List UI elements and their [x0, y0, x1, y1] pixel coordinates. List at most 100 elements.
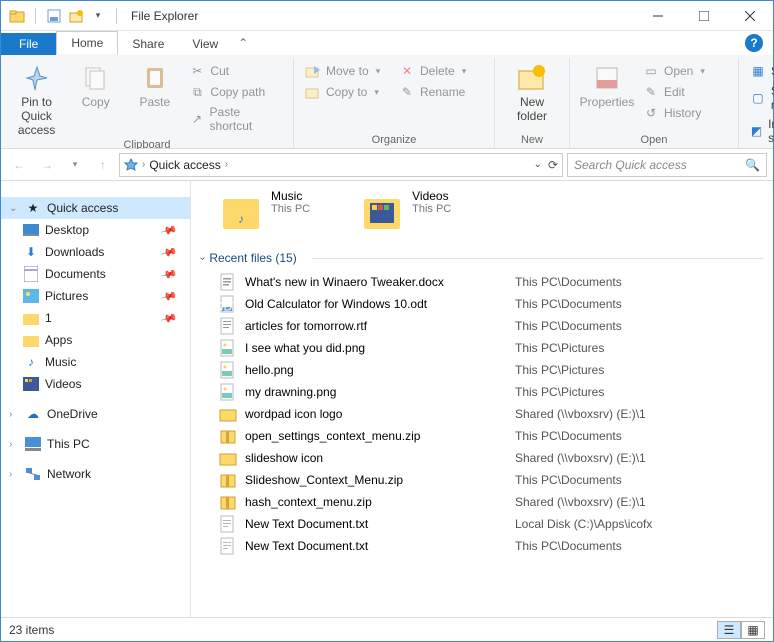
paste-shortcut-button[interactable]: ↗Paste shortcut [186, 104, 285, 134]
copy-path-button[interactable]: ⧉Copy path [186, 83, 285, 101]
group-select: ▦Select all ▢Select none ◩Invert selecti… [739, 58, 774, 148]
tab-file[interactable]: File [1, 33, 56, 55]
qat-properties-icon[interactable] [46, 8, 62, 24]
refresh-icon[interactable]: ⟳ [548, 158, 558, 172]
sidebar-quick-access[interactable]: ⌄★Quick access [1, 197, 190, 219]
maximize-button[interactable] [681, 1, 727, 31]
folder-tile[interactable]: VideosThis PC [360, 189, 451, 233]
sidebar-network[interactable]: ›Network [1, 463, 190, 485]
new-folder-button[interactable]: New folder [503, 60, 561, 124]
ribbon: Pin to Quick access Copy Paste ✂Cut ⧉Cop… [1, 55, 773, 149]
search-icon[interactable]: 🔍 [745, 158, 760, 172]
move-to-button[interactable]: Move to▾ [302, 62, 392, 80]
zip-icon [219, 493, 237, 511]
sidebar-onedrive[interactable]: ›☁OneDrive [1, 403, 190, 425]
file-name: slideshow icon [245, 451, 515, 465]
edit-icon: ✎ [643, 84, 659, 100]
rename-button[interactable]: ✎Rename [396, 83, 486, 101]
breadcrumb-quick-access[interactable]: Quick access [149, 158, 220, 172]
select-none-button[interactable]: ▢Select none [747, 83, 774, 113]
txt-icon [219, 537, 237, 555]
qat-customize-icon[interactable]: ▾ [90, 8, 106, 24]
paste-button[interactable]: Paste [127, 60, 182, 110]
sidebar-music[interactable]: ♪Music [1, 351, 190, 373]
file-path: This PC\Pictures [515, 363, 604, 377]
file-path: This PC\Pictures [515, 341, 604, 355]
file-row[interactable]: I see what you did.pngThis PC\Pictures [219, 337, 763, 359]
invert-selection-button[interactable]: ◩Invert selection [747, 116, 774, 146]
qat-newfolder-icon[interactable] [68, 8, 84, 24]
copy-path-icon: ⧉ [189, 84, 205, 100]
minimize-button[interactable] [635, 1, 681, 31]
pc-icon [25, 436, 41, 452]
select-all-button[interactable]: ▦Select all [747, 62, 774, 80]
address-bar[interactable]: › Quick access › ⌄ ⟳ [119, 153, 563, 177]
history-button[interactable]: ↺History [640, 104, 730, 122]
sidebar-documents[interactable]: Documents📌 [1, 263, 190, 285]
file-name: my drawning.png [245, 385, 515, 399]
file-path: This PC\Documents [515, 473, 622, 487]
zip-icon [219, 427, 237, 445]
file-row[interactable]: open_settings_context_menu.zipThis PC\Do… [219, 425, 763, 447]
sidebar-thispc[interactable]: ›This PC [1, 433, 190, 455]
group-organize: Move to▾ Copy to▾ ✕Delete▾ ✎Rename Organ… [294, 58, 495, 148]
sidebar-item-apps[interactable]: Apps [1, 329, 190, 351]
nav-back-button[interactable]: ← [7, 153, 31, 177]
address-dropdown-icon[interactable]: ⌄ [534, 159, 542, 170]
txt-icon [219, 515, 237, 533]
sidebar-desktop[interactable]: Desktop📌 [1, 219, 190, 241]
nav-recent-button[interactable]: ▾ [63, 153, 87, 177]
copy-to-icon [305, 84, 321, 100]
properties-button[interactable]: Properties [578, 60, 636, 110]
music-icon: ♪ [23, 354, 39, 370]
file-row[interactable]: hello.pngThis PC\Pictures [219, 359, 763, 381]
copy-button[interactable]: Copy [68, 60, 123, 110]
copy-to-button[interactable]: Copy to▾ [302, 83, 392, 101]
sidebar: ⌄★Quick access Desktop📌 ⬇Downloads📌 Docu… [1, 181, 191, 617]
file-row[interactable]: New Text Document.txtLocal Disk (C:)\App… [219, 513, 763, 535]
file-row[interactable]: slideshow iconShared (\\vboxsrv) (E:)\1 [219, 447, 763, 469]
cut-button[interactable]: ✂Cut [186, 62, 285, 80]
nav-forward-button[interactable]: → [35, 153, 59, 177]
file-row[interactable]: my drawning.pngThis PC\Pictures [219, 381, 763, 403]
nav-up-button[interactable]: ↑ [91, 153, 115, 177]
pin-quick-access-button[interactable]: Pin to Quick access [9, 60, 64, 137]
sidebar-item-1[interactable]: 1📌 [1, 307, 190, 329]
delete-button[interactable]: ✕Delete▾ [396, 62, 486, 80]
tab-share[interactable]: Share [118, 33, 178, 55]
search-input[interactable]: Search Quick access 🔍 [567, 153, 767, 177]
edit-button[interactable]: ✎Edit [640, 83, 730, 101]
pin-icon: 📌 [160, 243, 178, 261]
open-button[interactable]: ▭Open▾ [640, 62, 730, 80]
folder-icon [23, 310, 39, 326]
file-row[interactable]: Slideshow_Context_Menu.zipThis PC\Docume… [219, 469, 763, 491]
videos-folder-icon [360, 189, 404, 233]
file-row[interactable]: New Text Document.txtThis PC\Documents [219, 535, 763, 557]
sidebar-downloads[interactable]: ⬇Downloads📌 [1, 241, 190, 263]
png-icon [219, 339, 237, 357]
tab-view[interactable]: View [178, 33, 232, 55]
svg-text:ODT: ODT [219, 300, 237, 314]
file-row[interactable]: wordpad icon logoShared (\\vboxsrv) (E:)… [219, 403, 763, 425]
navigation-bar: ← → ▾ ↑ › Quick access › ⌄ ⟳ Search Quic… [1, 149, 773, 181]
svg-text:♪: ♪ [238, 212, 244, 226]
recent-files-header[interactable]: › Recent files (15) [201, 251, 763, 265]
file-row[interactable]: hash_context_menu.zipShared (\\vboxsrv) … [219, 491, 763, 513]
sidebar-videos[interactable]: Videos [1, 373, 190, 395]
file-name: open_settings_context_menu.zip [245, 429, 515, 443]
content-area: ♪MusicThis PC VideosThis PC › Recent file… [191, 181, 773, 617]
thumbnails-view-button[interactable]: ▦ [741, 621, 765, 639]
collapse-ribbon-icon[interactable]: ⌃ [232, 36, 254, 50]
file-row[interactable]: ODTOld Calculator for Windows 10.odtThis… [219, 293, 763, 315]
close-button[interactable] [727, 1, 773, 31]
folder-tile[interactable]: ♪MusicThis PC [219, 189, 310, 233]
folder-tiles: ♪MusicThis PC VideosThis PC [219, 189, 763, 233]
file-name: hello.png [245, 363, 515, 377]
open-icon: ▭ [643, 63, 659, 79]
sidebar-pictures[interactable]: Pictures📌 [1, 285, 190, 307]
tab-home[interactable]: Home [56, 31, 118, 55]
help-icon[interactable]: ? [745, 34, 763, 52]
file-row[interactable]: What's new in Winaero Tweaker.docxThis P… [219, 271, 763, 293]
file-row[interactable]: articles for tomorrow.rtfThis PC\Documen… [219, 315, 763, 337]
details-view-button[interactable]: ☰ [717, 621, 741, 639]
